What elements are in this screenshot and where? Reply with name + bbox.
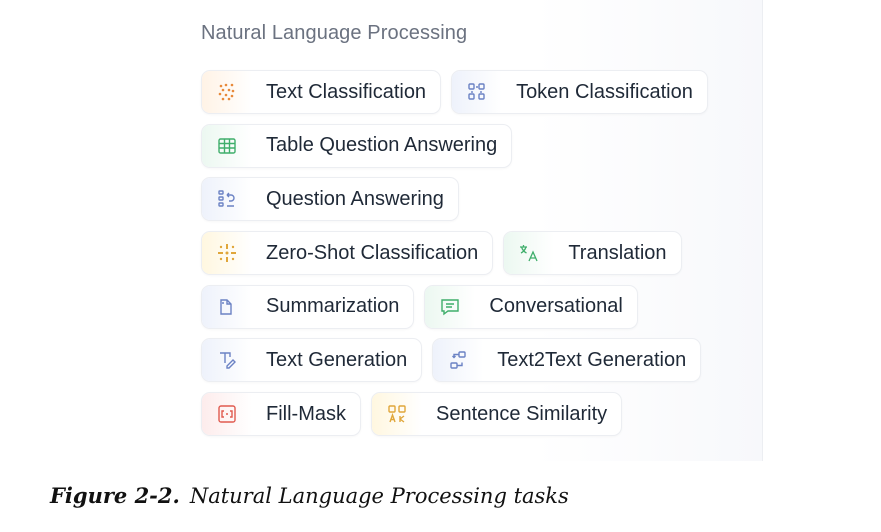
- task-label: Question Answering: [266, 187, 444, 210]
- task-label: Text2Text Generation: [497, 348, 687, 371]
- task-chip-translation[interactable]: Translation: [503, 231, 682, 276]
- sentence-similarity-icon: [372, 393, 422, 436]
- task-chip-text2text-generation[interactable]: Text2Text Generation: [432, 338, 702, 383]
- task-label: Fill-Mask: [266, 402, 346, 425]
- task-row: Question Answering: [201, 177, 708, 222]
- task-chip-sentence-similarity[interactable]: Sentence Similarity: [371, 392, 623, 437]
- task-chip-token-classification[interactable]: Token Classification: [451, 70, 708, 114]
- zero-shot-icon: [202, 232, 252, 275]
- text2text-generation-icon: [433, 339, 484, 382]
- task-label: Sentence Similarity: [436, 402, 608, 425]
- question-answering-icon: [202, 178, 252, 221]
- figure-caption-text: Natural Language Processing tasks: [189, 484, 569, 508]
- summarization-icon: [202, 285, 252, 328]
- translation-icon: [504, 232, 555, 275]
- task-label: Translation: [568, 241, 667, 264]
- task-row: Summarization Conversational: [201, 284, 708, 329]
- task-list: Text Classification Token Classification: [201, 70, 708, 446]
- task-chip-fill-mask[interactable]: Fill-Mask: [201, 392, 361, 437]
- task-row: Zero-Shot Classification Translation: [201, 231, 708, 276]
- task-chip-question-answering[interactable]: Question Answering: [201, 177, 459, 222]
- task-label: Token Classification: [516, 80, 693, 103]
- task-label: Text Generation: [266, 348, 408, 371]
- task-label: Table Question Answering: [266, 134, 498, 157]
- token-classification-icon: [452, 71, 503, 113]
- task-row: Text Generation Text2Text Generation: [201, 338, 708, 383]
- task-chip-text-classification[interactable]: Text Classification: [201, 70, 442, 114]
- fill-mask-icon: [202, 393, 252, 436]
- text-classification-icon: [202, 71, 252, 113]
- task-row: Fill-Mask Sentence Similarity: [201, 392, 708, 437]
- task-row: Text Classification Token Classification: [201, 70, 708, 114]
- task-label: Conversational: [489, 295, 623, 318]
- task-chip-table-question-answering[interactable]: Table Question Answering: [201, 123, 513, 168]
- task-chip-text-generation[interactable]: Text Generation: [201, 338, 423, 383]
- figure-caption: Figure 2-2. Natural Language Processing t…: [50, 483, 569, 508]
- conversational-icon: [425, 285, 476, 328]
- task-chip-zero-shot-classification[interactable]: Zero-Shot Classification: [201, 231, 494, 276]
- figure-number: Figure 2-2.: [50, 483, 180, 508]
- panel-divider: [762, 0, 763, 461]
- task-label: Text Classification: [266, 80, 427, 103]
- task-row: Table Question Answering: [201, 123, 708, 168]
- table-icon: [202, 124, 252, 167]
- task-label: Summarization: [266, 295, 400, 318]
- task-label: Zero-Shot Classification: [266, 241, 479, 264]
- text-generation-icon: [202, 339, 252, 382]
- section-title: Natural Language Processing: [201, 22, 468, 44]
- task-chip-summarization[interactable]: Summarization: [201, 284, 415, 329]
- task-chip-conversational[interactable]: Conversational: [424, 284, 638, 329]
